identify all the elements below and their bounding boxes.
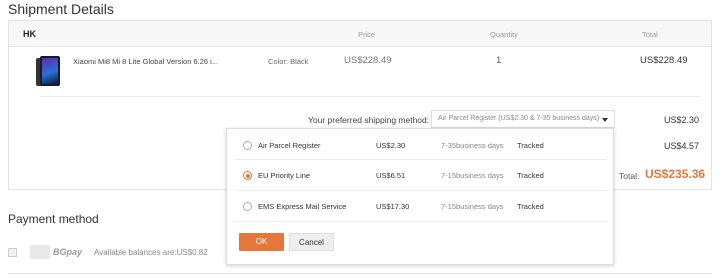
option-price: US$2.30 [376,141,406,150]
option-price: US$6.51 [376,171,406,180]
shipping-cost: US$2.30 [664,115,700,125]
ok-button[interactable]: OK [239,233,284,251]
product-price: US$228.49 [344,55,392,66]
shipment-header: HK Price Quantity Total [9,21,711,47]
payment-method-name: BGpay [53,247,83,257]
shipping-option-ems[interactable]: EMS Express Mail Service US$17.30 7-15bu… [227,190,613,222]
radio-button[interactable] [243,202,252,211]
shipping-method-value: Air Parcel Register (US$2.30 & 7-35 busi… [438,115,600,122]
total-label: Total: [619,171,640,181]
shipping-options-popup: Air Parcel Register US$2.30 7-35business… [226,128,614,265]
option-days: 7-15business days [441,202,504,211]
bgpay-logo-icon [30,245,50,259]
radio-button[interactable] [243,141,252,150]
quantity-header: Quantity [490,30,518,39]
total-header: Total [642,30,658,39]
payment-checkbox[interactable] [8,248,17,257]
total-value: US$235.36 [645,167,706,181]
option-name: EU Priority Line [258,171,311,180]
radio-button-selected[interactable] [243,171,252,180]
product-total: US$228.49 [640,55,688,66]
option-name: Air Parcel Register [258,141,321,150]
shipment-title: Shipment Details [8,1,114,17]
row-divider [40,96,700,97]
shipping-cost-secondary: US$4.57 [664,141,700,151]
option-tracking: Tracked [517,141,544,150]
option-price: US$17.30 [376,202,410,211]
product-quantity: 1 [496,55,502,66]
option-tracking: Tracked [517,202,544,211]
product-color: Color: Black [268,57,309,66]
bottom-divider [8,273,712,274]
cancel-button[interactable]: Cancel [289,233,334,251]
payment-title: Payment method [8,212,99,226]
product-name[interactable]: Xiaomi Mi8 Mi 8 Lite Global Version 6.26… [73,57,218,66]
country-label: HK [23,29,36,39]
payment-balance: Available balances are:US$0.82 [94,248,208,257]
shipping-method-label: Your preferred shipping method: [308,115,430,125]
option-name: EMS Express Mail Service [258,202,347,211]
price-header: Price [358,30,376,39]
option-days: 7-15business days [441,171,504,180]
shipping-option-eu-priority[interactable]: EU Priority Line US$6.51 7-15business da… [227,159,613,191]
shipping-method-select[interactable]: Air Parcel Register (US$2.30 & 7-35 busi… [431,110,615,128]
option-tracking: Tracked [517,171,544,180]
shipping-option-air-parcel[interactable]: Air Parcel Register US$2.30 7-35business… [227,129,613,161]
option-divider [235,221,607,222]
option-days: 7-35business days [441,141,504,150]
product-image[interactable] [40,56,60,86]
chevron-down-icon [602,118,608,122]
